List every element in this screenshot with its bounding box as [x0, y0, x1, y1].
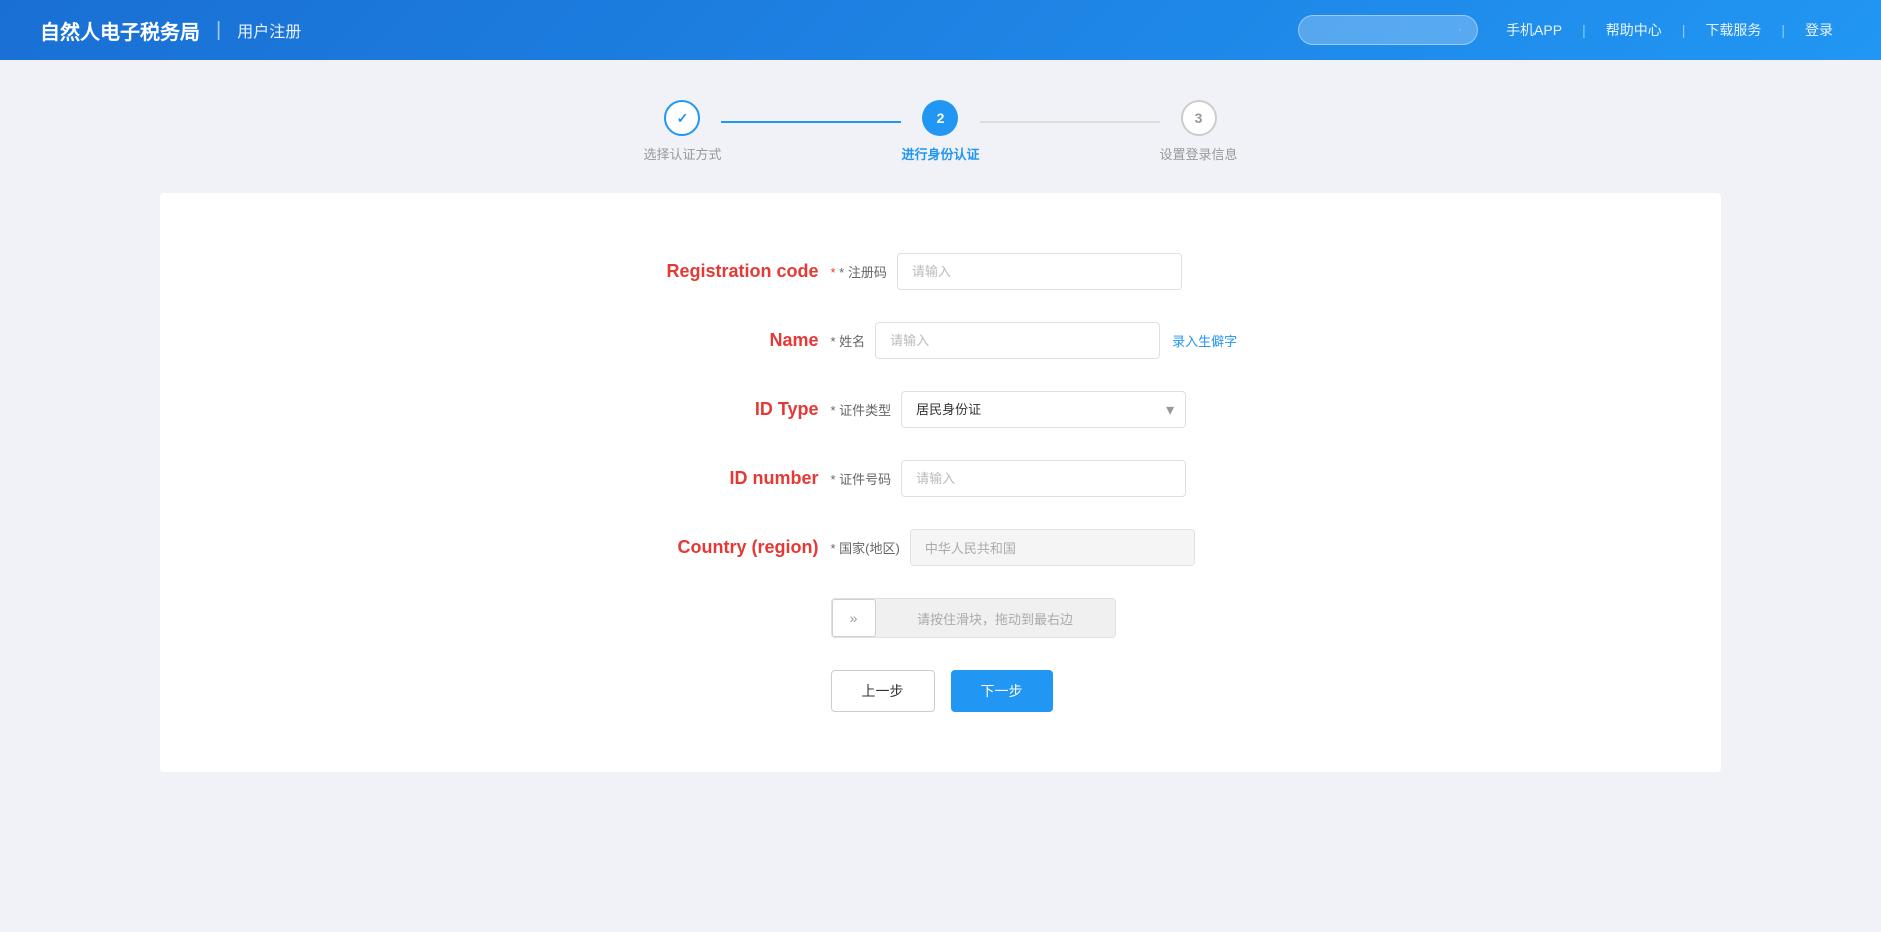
button-row: 上一步 下一步: [831, 670, 1291, 712]
step-1: ✓ 选择认证方式: [643, 100, 721, 163]
step-1-label: 选择认证方式: [643, 144, 721, 163]
name-row: Name * 姓名 录入生僻字: [591, 322, 1291, 359]
search-icon: [1459, 22, 1461, 38]
registration-code-label-zh: * * 注册码: [831, 262, 897, 281]
country-label-en: Country (region): [591, 537, 831, 558]
id-number-input[interactable]: [901, 460, 1186, 497]
form-container: Registration code * * 注册码 Name * 姓名 录入生僻…: [591, 253, 1291, 712]
star1: *: [831, 265, 840, 280]
id-number-row: ID number * 证件号码: [591, 460, 1291, 497]
login-link[interactable]: 登录: [1797, 20, 1841, 40]
back-button[interactable]: 上一步: [831, 670, 935, 712]
id-type-label-en: ID Type: [591, 399, 831, 420]
header-divider: |: [216, 19, 221, 42]
page-title: 用户注册: [237, 18, 301, 42]
step-3-label: 设置登录信息: [1160, 144, 1238, 163]
search-box[interactable]: [1298, 15, 1478, 45]
slider-wrapper: » 请按住滑块，拖动到最右边: [831, 598, 1291, 638]
sep3: |: [1773, 22, 1793, 38]
id-type-label-zh: * 证件类型: [831, 400, 902, 419]
name-label-zh: * 姓名: [831, 331, 876, 350]
registration-code-row: Registration code * * 注册码: [591, 253, 1291, 290]
stepper-wrapper: ✓ 选择认证方式 2 进行身份认证 3 设置登录信息: [0, 60, 1881, 193]
slider-arrows-icon: »: [850, 610, 858, 626]
id-number-label-zh: * 证件号码: [831, 469, 902, 488]
id-type-select[interactable]: 居民身份证 护照 港澳居民来往内地通行证 台湾居民来往大陆通行证: [901, 391, 1186, 428]
registration-code-input[interactable]: [897, 253, 1182, 290]
slider-hint: 请按住滑块，拖动到最右边: [876, 609, 1115, 628]
download-link[interactable]: 下载服务: [1697, 20, 1769, 40]
slider-handle[interactable]: »: [832, 599, 876, 637]
stepper: ✓ 选择认证方式 2 进行身份认证 3 设置登录信息: [643, 100, 1237, 163]
step-3: 3 设置登录信息: [1160, 100, 1238, 163]
step-3-circle: 3: [1181, 100, 1217, 136]
step-2-label: 进行身份认证: [901, 144, 979, 163]
id-type-select-wrapper: 居民身份证 护照 港澳居民来往内地通行证 台湾居民来往大陆通行证 ▾: [901, 391, 1186, 428]
name-input[interactable]: [875, 322, 1160, 359]
sep2: |: [1674, 22, 1694, 38]
next-button[interactable]: 下一步: [951, 670, 1053, 712]
search-input[interactable]: [1311, 23, 1451, 38]
slider-track[interactable]: » 请按住滑块，拖动到最右边: [831, 598, 1116, 638]
name-label-en: Name: [591, 330, 831, 351]
step-line-2: [980, 121, 1160, 123]
site-name: 自然人电子税务局: [40, 16, 200, 45]
step-2: 2 进行身份认证: [901, 100, 979, 163]
header-links: 手机APP | 帮助中心 | 下载服务 | 登录: [1498, 20, 1841, 40]
step-2-circle: 2: [922, 100, 958, 136]
id-type-row: ID Type * 证件类型 居民身份证 护照 港澳居民来往内地通行证 台湾居民…: [591, 391, 1291, 428]
header-right: 手机APP | 帮助中心 | 下载服务 | 登录: [1298, 15, 1841, 45]
step-line-1: [721, 121, 901, 123]
rare-char-link[interactable]: 录入生僻字: [1172, 331, 1237, 350]
country-input: [910, 529, 1195, 566]
registration-code-label-en: Registration code: [591, 261, 831, 282]
main-card: Registration code * * 注册码 Name * 姓名 录入生僻…: [160, 193, 1721, 772]
step-1-circle: ✓: [664, 100, 700, 136]
header: 自然人电子税务局 | 用户注册 手机APP | 帮助中心 | 下载服务 | 登录: [0, 0, 1881, 60]
sep1: |: [1574, 22, 1594, 38]
mobile-app-link[interactable]: 手机APP: [1498, 20, 1570, 40]
country-row: Country (region) * 国家(地区): [591, 529, 1291, 566]
help-center-link[interactable]: 帮助中心: [1598, 20, 1670, 40]
country-label-zh: * 国家(地区): [831, 538, 910, 557]
header-left: 自然人电子税务局 | 用户注册: [40, 16, 301, 45]
id-number-label-en: ID number: [591, 468, 831, 489]
